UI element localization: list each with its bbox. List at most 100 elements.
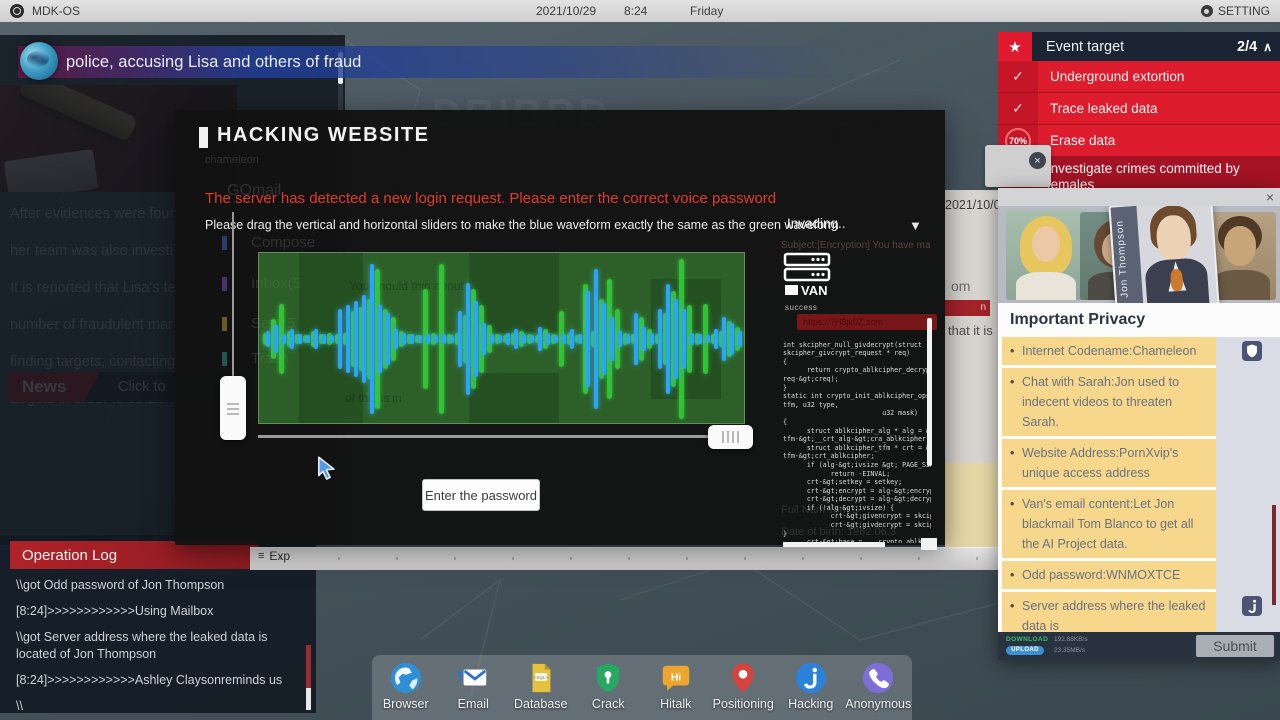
event-target-header[interactable]: ★ Event target 2/4 ∧ <box>998 32 1280 61</box>
dock-app-hacking[interactable]: Hacking <box>779 661 843 711</box>
contact-card[interactable] <box>1006 210 1086 300</box>
contact-portraits: Jon Thompson <box>998 206 1280 303</box>
dock-app-positioning[interactable]: Positioning <box>711 661 775 711</box>
notes-scrollbar[interactable] <box>1272 505 1276 605</box>
upload-value: 23.35MB/s <box>1054 647 1085 654</box>
privacy-note-text: Van's email content:Let Jon blackmail To… <box>1022 494 1210 554</box>
log-scrollbar-thumb[interactable] <box>306 645 311 691</box>
modal-instruction-text: Please drag the vertical and horizontal … <box>205 218 839 232</box>
submit-button[interactable]: Submit <box>1196 635 1274 657</box>
dock-app-label: Database <box>514 697 568 711</box>
code-scrollbar-vertical[interactable] <box>927 318 932 466</box>
blue-waveform-bar <box>586 291 591 387</box>
privacy-note[interactable]: •Website Address:PornXvip's unique acces… <box>1002 439 1216 487</box>
horizontal-slider-track[interactable] <box>258 435 745 438</box>
blue-waveform-bar <box>346 305 351 373</box>
blue-waveform-bar <box>602 303 607 375</box>
hook-icon[interactable] <box>1242 596 1262 616</box>
download-label: DOWNLOAD <box>1006 636 1048 643</box>
blue-waveform-bar <box>282 334 287 344</box>
blue-waveform-bar <box>370 264 375 414</box>
export-button[interactable]: Exp <box>258 549 290 563</box>
system-day: Friday <box>690 4 723 18</box>
blue-waveform-bar <box>434 335 439 343</box>
code-scrollbar-horizontal[interactable] <box>783 542 885 547</box>
ghost-sidebar-chip <box>222 236 227 250</box>
dock-app-label: Hitalk <box>660 697 691 711</box>
privacy-note[interactable]: •Odd password:WNMOXTCE <box>1002 561 1216 589</box>
event-target-item[interactable]: ✓Trace leaked data <box>998 93 1280 125</box>
blue-waveform-bar <box>386 313 391 365</box>
privacy-note[interactable]: •Van's email content:Let Jon blackmail T… <box>1002 490 1216 558</box>
settings-button[interactable]: SETTING <box>1201 4 1270 18</box>
enter-password-button[interactable]: Enter the password <box>422 479 540 511</box>
ghost-sidebar-chip <box>222 352 227 366</box>
blue-waveform-bar <box>362 295 367 383</box>
gear-icon <box>1201 5 1213 17</box>
blue-waveform-bar <box>314 329 319 349</box>
modal-warning-text: The server has detected a new login requ… <box>205 190 776 207</box>
dock-app-browser[interactable]: Browser <box>374 661 438 711</box>
code-scrollbar-corner[interactable] <box>921 538 937 550</box>
hacking-website-modal: HACKING WEBSITE chameleon GOmail The ser… <box>175 110 945 545</box>
log-entry: \\ <box>16 698 300 715</box>
hitalk-app-icon: Hi <box>659 661 693 695</box>
blue-waveform-bar <box>458 311 463 367</box>
blue-waveform-bar <box>666 284 671 394</box>
blue-waveform-bar <box>690 333 695 345</box>
blue-waveform-bar <box>354 301 359 377</box>
blue-waveform-bar <box>594 269 599 409</box>
contact-card-selected[interactable]: Jon Thompson <box>1108 206 1219 303</box>
van-icon: VAN <box>783 252 839 304</box>
horizontal-slider-handle[interactable] <box>708 425 753 449</box>
dock-app-hitalk[interactable]: Hi Hitalk <box>644 661 708 711</box>
modal-title: HACKING WEBSITE <box>217 124 430 147</box>
blue-waveform-bar <box>274 325 279 353</box>
blue-waveform-bar <box>490 334 495 344</box>
check-icon: ✓ <box>998 61 1038 92</box>
log-scrollbar-thumb2[interactable] <box>306 688 311 710</box>
os-logo-icon[interactable] <box>10 4 24 18</box>
mouse-cursor <box>315 455 341 481</box>
waveform-canvas <box>259 253 745 424</box>
chat-window: × Jon Thompson Important Privacy •Intern… <box>998 188 1280 660</box>
system-date: 2021/10/29 <box>536 4 596 18</box>
blue-waveform-bar <box>330 335 335 343</box>
blue-waveform-bar <box>538 327 543 351</box>
privacy-notes: •Internet Codename:Chameleon •Chat with S… <box>998 337 1280 632</box>
email-fragment: that it is <box>948 323 993 338</box>
blue-waveform-bar <box>610 317 615 361</box>
privacy-note[interactable]: •Server address where the leaked data is… <box>1002 592 1216 632</box>
dock-app-email[interactable]: Email <box>441 661 505 711</box>
shield-icon[interactable] <box>1242 341 1262 361</box>
ghost-sidebar-item: Compose <box>251 234 315 251</box>
privacy-note[interactable]: •Chat with Sarah:Jon used to indecent vi… <box>1002 368 1216 436</box>
vertical-slider-handle[interactable] <box>220 376 246 440</box>
svg-text:Hi: Hi <box>671 672 681 683</box>
privacy-section-title: Important Privacy <box>998 303 1280 337</box>
bullet-icon: • <box>1010 341 1022 361</box>
dock-app-anonymous[interactable]: Anonymous <box>846 661 910 711</box>
hacking-app-icon <box>794 661 828 695</box>
close-icon[interactable]: × <box>1029 152 1046 169</box>
dock-app-label: Positioning <box>713 697 774 711</box>
privacy-note[interactable]: •Internet Codename:Chameleon <box>1002 337 1216 365</box>
chat-titlebar[interactable]: × <box>998 188 1280 206</box>
news-headline-banner[interactable]: police, accusing Lisa and others of frau… <box>18 46 880 78</box>
dock-app-crack[interactable]: Crack <box>576 661 640 711</box>
bullet-icon: • <box>1010 372 1022 432</box>
dock-app-label: Hacking <box>788 697 833 711</box>
blue-waveform-bar <box>298 334 303 344</box>
star-icon: ★ <box>998 32 1032 61</box>
ghost-dob: Date of birth: 1982.06.3 <box>781 526 896 538</box>
collapse-caret-icon[interactable]: ∧ <box>1263 40 1272 54</box>
dock-app-database[interactable]: <SQL>Database <box>509 661 573 711</box>
event-target-item[interactable]: ✓Underground extortion <box>998 61 1280 93</box>
log-entry: [8:24]>>>>>>>>>>>>Using Mailbox <box>16 603 300 620</box>
bullet-icon: • <box>1010 596 1022 632</box>
dropdown-caret-icon[interactable]: ▼ <box>909 218 922 233</box>
blue-waveform-bar <box>466 283 471 395</box>
blue-waveform-bar <box>626 334 631 344</box>
close-icon[interactable]: × <box>1266 188 1274 206</box>
settings-label: SETTING <box>1218 4 1270 18</box>
